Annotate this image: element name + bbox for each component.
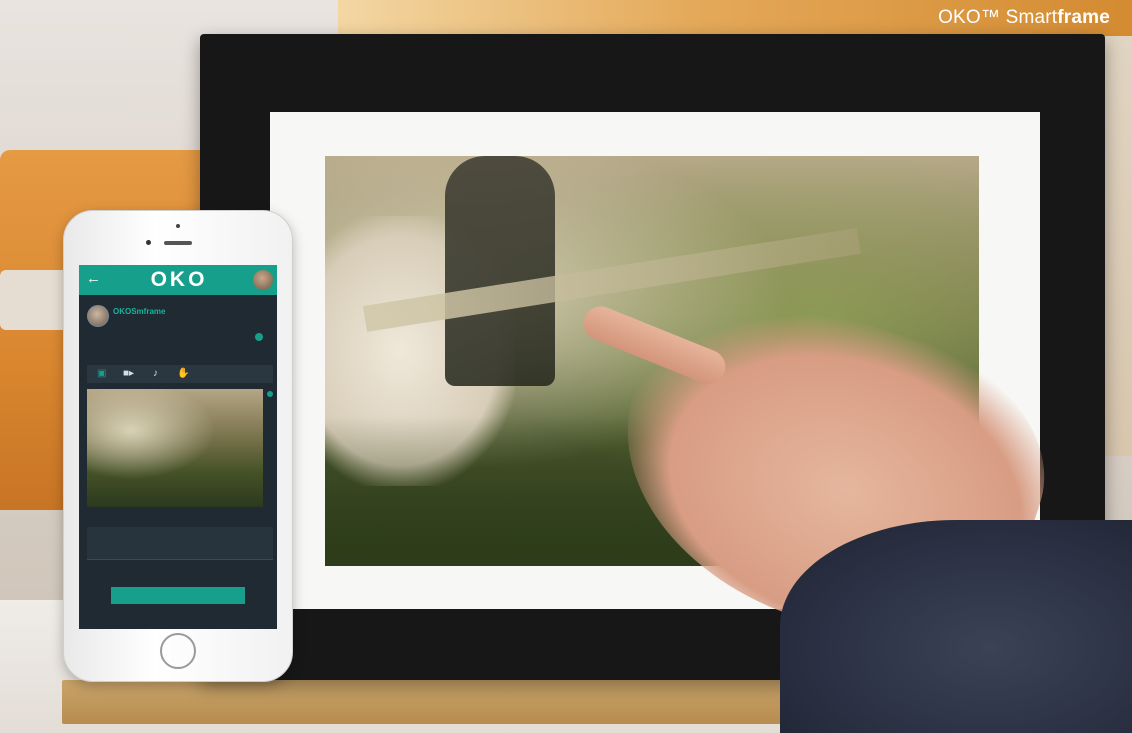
phone-sensor bbox=[176, 224, 180, 228]
contact-name[interactable]: OKOSmframe bbox=[113, 307, 165, 316]
photo-preview[interactable] bbox=[87, 389, 263, 507]
avatar[interactable] bbox=[253, 270, 273, 290]
hand-icon[interactable]: ✋ bbox=[177, 367, 189, 381]
contact-avatar[interactable] bbox=[87, 305, 109, 327]
home-button[interactable] bbox=[160, 633, 196, 669]
image-icon[interactable]: ▣ bbox=[97, 367, 106, 381]
app-bar: ← OKO bbox=[79, 265, 277, 295]
phone-screen: ← OKO OKOSmframe ▣ ■▸ ♪ ✋ bbox=[79, 265, 277, 629]
microphone-icon[interactable]: ♪ bbox=[153, 367, 158, 381]
preview-indicator-icon bbox=[267, 391, 273, 397]
phone-speaker bbox=[164, 241, 192, 245]
message-field[interactable] bbox=[87, 527, 273, 560]
frame-stand bbox=[62, 680, 782, 724]
front-camera-icon bbox=[146, 240, 151, 245]
video-icon[interactable]: ■▸ bbox=[123, 367, 134, 381]
brand-title: OKO™ Smartframe bbox=[938, 7, 1110, 28]
media-toolbar: ▣ ■▸ ♪ ✋ bbox=[87, 365, 273, 383]
photo-suit bbox=[445, 156, 555, 386]
app-logo: OKO bbox=[150, 268, 208, 291]
sweater-sleeve bbox=[780, 520, 1132, 733]
send-button[interactable] bbox=[111, 587, 245, 604]
smartphone: ← OKO OKOSmframe ▣ ■▸ ♪ ✋ bbox=[63, 210, 293, 682]
status-dot-icon bbox=[255, 333, 263, 341]
brand-banner: OKO™ Smartframe bbox=[338, 0, 1132, 36]
arrow-left-icon[interactable]: ← bbox=[86, 270, 101, 287]
